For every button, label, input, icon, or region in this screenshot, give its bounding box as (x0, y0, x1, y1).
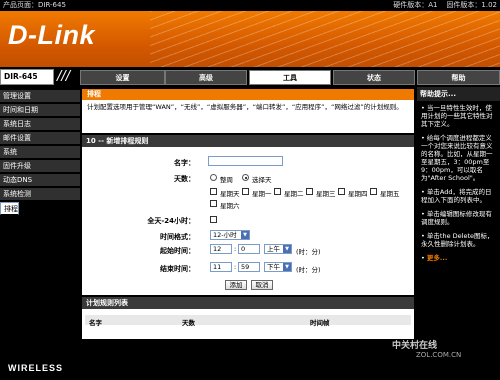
all-week-radio[interactable] (210, 174, 217, 181)
end-time-label: 结束时间： (160, 265, 195, 273)
col-days: 天数 (182, 319, 195, 327)
label-thursday: 星期四 (348, 190, 368, 198)
product-page-label: 产品页面：DIR-645 (3, 1, 66, 9)
end-ampm-select[interactable]: 下午 ▼ (264, 262, 292, 272)
start-unit: (时：分) (296, 248, 321, 256)
add-button[interactable]: 添加 (225, 280, 247, 290)
checkbox-monday[interactable] (242, 188, 249, 195)
top-info-bar: 产品页面：DIR-645 硬件版本：A1 固件版本：1.02 (0, 0, 500, 11)
tab-tools[interactable]: 工具 (249, 70, 331, 85)
help-tip: • 当一旦特性生效时，使用计划的一些其它特性对其下定义。 (421, 104, 493, 128)
help-tip: • 单击the Delete图标，永久性删除计划表。 (421, 232, 494, 248)
end-min-input[interactable]: 59 (238, 262, 260, 272)
start-ampm-select[interactable]: 上午 ▼ (264, 244, 292, 254)
label-tuesday: 星期二 (284, 190, 304, 198)
wireless-brand: WIRELESS (8, 363, 64, 373)
start-time-label: 起始时间： (160, 247, 195, 255)
label-friday: 星期五 (380, 190, 400, 198)
end-ampm-value: 下午 (267, 263, 280, 271)
select-days-radio[interactable] (242, 174, 249, 181)
col-name: 名字 (89, 319, 102, 327)
label-wednesday: 星期三 (316, 190, 336, 198)
watermark-text: 中关村在线 (392, 341, 438, 351)
tab-status[interactable]: 状态 (333, 70, 415, 85)
allday-checkbox[interactable] (210, 216, 217, 223)
name-input[interactable] (208, 156, 283, 166)
select-days-label: 选择天 (252, 176, 272, 184)
hw-version: 硬件版本：A1 (393, 1, 438, 9)
checkbox-saturday[interactable] (210, 200, 217, 207)
add-rule-panel: 10 -- 新增排程规则 名字： 天数： 整周 选择天 星期天 星期一 星期二 … (82, 135, 414, 295)
fw-version: 固件版本：1.02 (446, 1, 497, 9)
page-description: 计划配置选项用于管理“WAN”，“无线”，“虚拟服务器”，“端口转发”，“应用程… (87, 103, 403, 111)
dlink-logo: D-Link (8, 20, 95, 50)
colon-separator: : (234, 245, 237, 253)
version-info: 硬件版本：A1 固件版本：1.02 (393, 0, 497, 11)
checkbox-wednesday[interactable] (306, 188, 313, 195)
col-timeframe: 时间帧 (310, 319, 330, 327)
cancel-button[interactable]: 取消 (251, 280, 273, 290)
checkbox-friday[interactable] (370, 188, 377, 195)
timefmt-select[interactable]: 12-小时 ▼ (210, 230, 250, 240)
add-rule-header: 10 -- 新增排程规则 (82, 135, 414, 147)
watermark-url: ZOL.COM.CN (416, 351, 462, 359)
chevron-down-icon: ▼ (241, 231, 249, 239)
label-monday: 星期一 (252, 190, 272, 198)
banner-decoration (150, 11, 500, 67)
timefmt-value: 12-小时 (213, 231, 237, 239)
checkbox-tuesday[interactable] (274, 188, 281, 195)
timefmt-label: 时间格式： (160, 233, 195, 241)
slash-decoration: /// (57, 69, 71, 84)
help-more-link[interactable]: • 更多... (421, 254, 497, 262)
tab-help[interactable]: 帮助 (417, 70, 500, 85)
sidebar-item-system[interactable]: 系统 (0, 146, 80, 159)
sidebar-item-email[interactable]: 邮件设置 (0, 132, 80, 145)
main-nav: DIR-645 /// 设置 高级 工具 状态 帮助 (0, 67, 500, 87)
help-tip: • 单击Add，将完成的日程加入下面的列表中。 (421, 188, 492, 204)
label-saturday: 星期六 (220, 202, 240, 210)
sidebar-item-admin[interactable]: 管理设置 (0, 90, 80, 103)
colon-separator: : (234, 263, 237, 271)
rule-list-columns: 名字 天数 时间帧 (85, 315, 411, 327)
sidebar: 管理设置 时间和日期 系统日志 邮件设置 系统 固件升级 动态DNS 系统检测 … (0, 87, 80, 359)
chevron-down-icon: ▼ (283, 245, 291, 253)
checkbox-thursday[interactable] (338, 188, 345, 195)
rule-list-panel: 计划规则列表 名字 天数 时间帧 (82, 297, 414, 339)
allday-label: 全天-24小时： (147, 217, 195, 225)
schedule-intro: 排程 计划配置选项用于管理“WAN”，“无线”，“虚拟服务器”，“端口转发”，“… (82, 89, 414, 133)
tab-setup[interactable]: 设置 (80, 70, 165, 85)
help-panel: 帮助提示... • 当一旦特性生效时，使用计划的一些其它特性对其下定义。 • 给… (417, 87, 500, 359)
label-sunday: 星期天 (220, 190, 240, 198)
end-hour-input[interactable]: 11 (210, 262, 232, 272)
sidebar-item-time[interactable]: 时间和日期 (0, 104, 80, 117)
help-tips: • 当一旦特性生效时，使用计划的一些其它特性对其下定义。 • 给每个调度进程都定… (417, 101, 500, 262)
name-label: 名字： (174, 159, 195, 167)
help-tip: • 给每个调度进程都定义一个对您来说比较有意义的名称。比如，从星期一至星期五，3… (421, 134, 493, 182)
page-title: 排程 (82, 89, 414, 100)
rule-list-header: 计划规则列表 (82, 297, 414, 309)
tab-advanced[interactable]: 高级 (165, 70, 247, 85)
end-unit: (时：分) (296, 266, 321, 274)
main-content: 排程 计划配置选项用于管理“WAN”，“无线”，“虚拟服务器”，“端口转发”，“… (82, 89, 414, 359)
sidebar-item-syscheck[interactable]: 系统检测 (0, 188, 80, 201)
sidebar-item-schedules[interactable]: 排程 (0, 202, 19, 215)
start-min-input[interactable]: 0 (238, 244, 260, 254)
start-hour-input[interactable]: 12 (210, 244, 232, 254)
footer (0, 359, 500, 380)
help-title: 帮助提示... (417, 87, 500, 101)
all-week-label: 整周 (220, 176, 233, 184)
start-ampm-value: 上午 (267, 245, 280, 253)
sidebar-item-ddns[interactable]: 动态DNS (0, 174, 80, 187)
sidebar-item-syslog[interactable]: 系统日志 (0, 118, 80, 131)
chevron-down-icon: ▼ (283, 263, 291, 271)
days-label: 天数： (174, 175, 195, 183)
model-label: DIR-645 (0, 69, 54, 85)
help-tip: • 单击编辑图标修改现有调度规则。 (421, 210, 492, 226)
sidebar-item-firmware[interactable]: 固件升级 (0, 160, 80, 173)
checkbox-sunday[interactable] (210, 188, 217, 195)
